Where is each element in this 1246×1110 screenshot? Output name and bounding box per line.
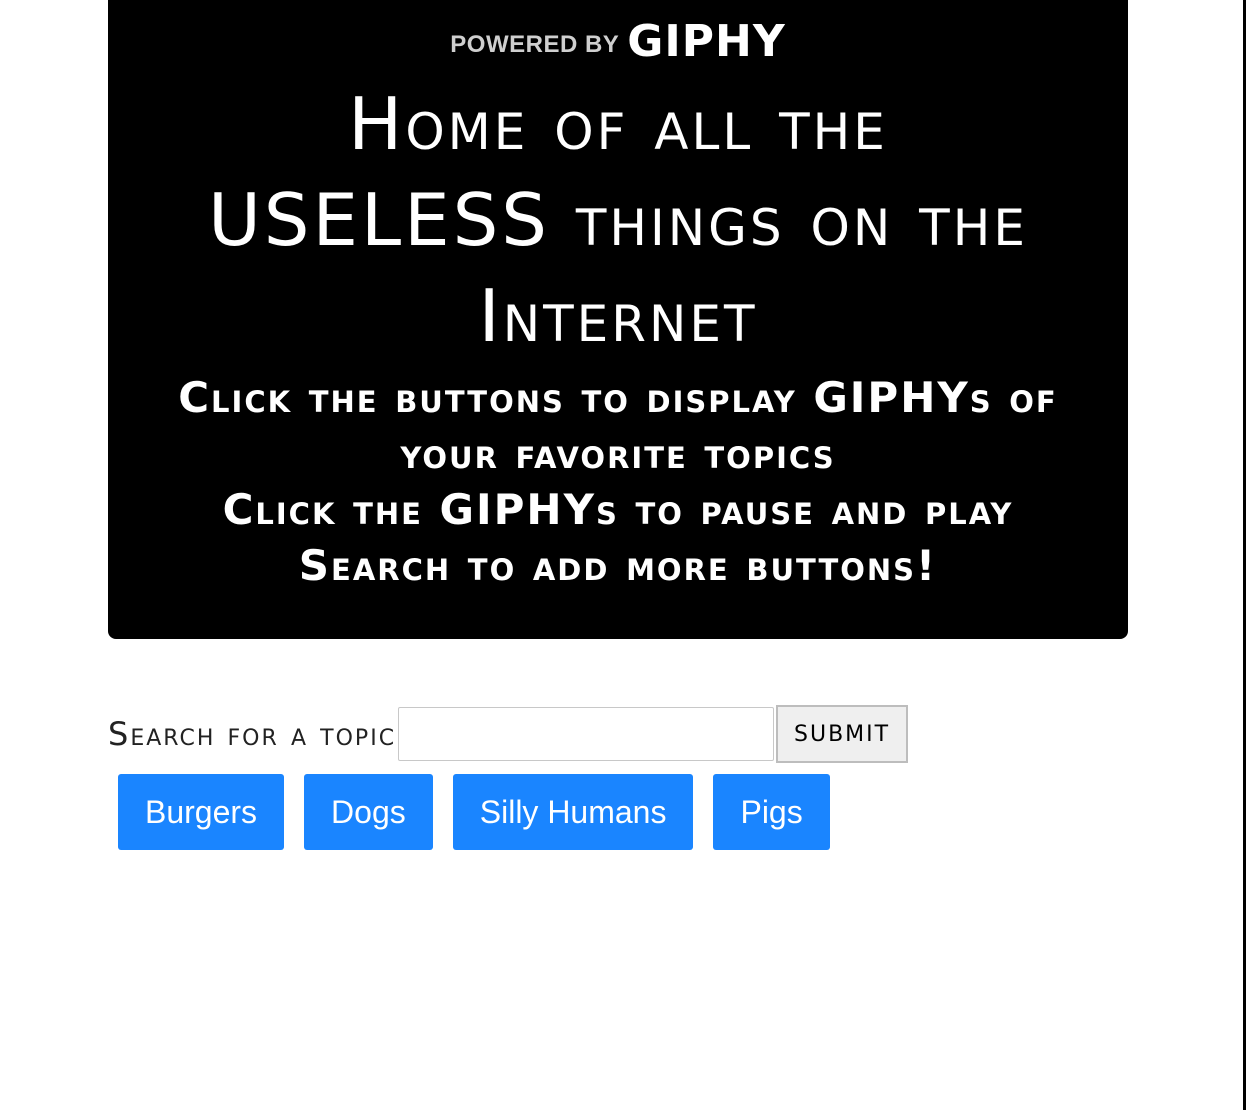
powered-by-text: POWERED BY [450, 31, 620, 58]
page-title: Home of all the USELESS things on the In… [208, 82, 1028, 358]
search-label: Search for a topic [108, 715, 397, 753]
hero-banner: POWERED BY GIPHY Home of all the USELESS… [108, 0, 1128, 639]
topic-button-silly-humans[interactable]: Silly Humans [452, 774, 694, 850]
instruction-line-search: Search to add more buttons! [298, 541, 938, 590]
instruction-line-pause: Click the GIPHYs to pause and play [222, 485, 1014, 534]
topic-button-dogs[interactable]: Dogs [304, 774, 433, 850]
topic-button-burgers[interactable]: Burgers [118, 774, 285, 850]
giphy-attribution-logo: POWERED BY GIPHY [108, 18, 1128, 66]
instruction-line-display: Click the buttons to display GIPHYs of y… [178, 373, 1058, 478]
instructions: Click the buttons to display GIPHYs of y… [148, 370, 1088, 594]
topic-button-pigs[interactable]: Pigs [713, 774, 830, 850]
topic-buttons: Burgers Dogs Silly Humans Pigs [118, 774, 850, 850]
giphy-brand-text: GIPHY [627, 16, 786, 67]
search-form: Search for a topic SUBMIT [108, 705, 909, 763]
submit-button[interactable]: SUBMIT [776, 705, 909, 763]
search-input[interactable] [398, 707, 775, 761]
